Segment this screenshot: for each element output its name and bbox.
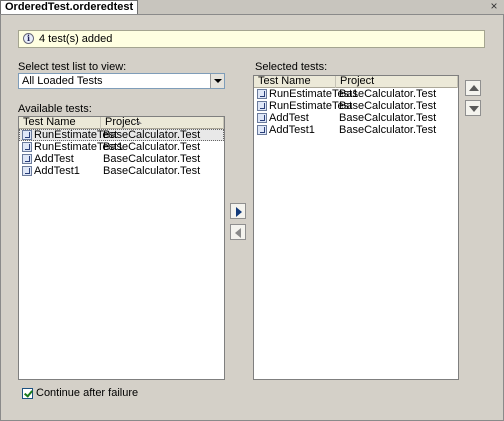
close-icon[interactable]: × — [488, 0, 500, 13]
test-list-select-value: All Loaded Tests — [22, 75, 103, 87]
info-bar: i 4 test(s) added — [18, 30, 485, 48]
test-icon — [22, 130, 32, 140]
arrow-right-icon — [236, 207, 242, 217]
selected-tests-list[interactable]: Test Name Project RunEstimateTest1 BaseC… — [253, 75, 459, 380]
table-row[interactable]: RunEstimateTest1 BaseCalculator.Test — [254, 88, 458, 100]
test-name: AddTest — [34, 153, 74, 165]
table-row[interactable]: RunEstimateTest BaseCalculator.Test — [19, 129, 224, 141]
test-project: BaseCalculator.Test — [103, 153, 201, 165]
arrow-left-icon — [235, 228, 241, 238]
selected-tests-header: Test Name Project — [254, 76, 458, 88]
tab-orderedtest[interactable]: OrderedTest.orderedtest — [0, 0, 139, 14]
select-list-label: Select test list to view: — [18, 61, 127, 73]
info-message: 4 test(s) added — [39, 33, 113, 45]
table-row[interactable]: AddTest BaseCalculator.Test — [254, 112, 458, 124]
test-icon — [22, 142, 32, 152]
arrow-down-icon — [469, 106, 479, 112]
test-name: AddTest — [269, 112, 309, 124]
remove-test-button[interactable] — [230, 224, 246, 240]
test-project: BaseCalculator.Test — [103, 129, 201, 141]
test-icon — [257, 101, 267, 111]
table-row[interactable]: AddTest1 BaseCalculator.Test — [19, 165, 224, 177]
move-up-button[interactable] — [465, 80, 481, 96]
table-row[interactable]: AddTest1 BaseCalculator.Test — [254, 124, 458, 136]
column-header-project[interactable]: Project — [336, 76, 458, 88]
column-header-project-label: Project — [105, 116, 140, 128]
table-row[interactable]: RunEstimateTest1 BaseCalculator.Test — [19, 141, 224, 153]
info-icon: i — [23, 33, 34, 44]
continue-after-failure-label[interactable]: Continue after failure — [36, 387, 138, 399]
add-test-button[interactable] — [230, 203, 246, 219]
test-list-select[interactable]: All Loaded Tests — [18, 73, 225, 89]
test-icon — [22, 166, 32, 176]
test-icon — [257, 125, 267, 135]
test-icon — [257, 89, 267, 99]
test-project: BaseCalculator.Test — [103, 165, 201, 177]
test-project: BaseCalculator.Test — [339, 100, 437, 112]
selected-tests-label: Selected tests: — [255, 61, 328, 73]
test-name: AddTest1 — [269, 124, 315, 136]
document-tab-strip: OrderedTest.orderedtest × — [0, 0, 504, 14]
column-header-test-name[interactable]: Test Name — [254, 76, 336, 88]
column-header-test-name[interactable]: Test Name — [19, 117, 101, 129]
test-project: BaseCalculator.Test — [339, 124, 437, 136]
test-icon — [22, 154, 32, 164]
test-name: AddTest1 — [34, 165, 80, 177]
move-down-button[interactable] — [465, 100, 481, 116]
column-header-project[interactable]: Project — [101, 117, 224, 129]
test-project: BaseCalculator.Test — [103, 141, 201, 153]
available-tests-label: Available tests: — [18, 103, 92, 115]
table-row[interactable]: AddTest BaseCalculator.Test — [19, 153, 224, 165]
tab-title: OrderedTest.orderedtest — [5, 1, 134, 13]
test-project: BaseCalculator.Test — [339, 112, 437, 124]
available-tests-header: Test Name Project — [19, 117, 224, 129]
table-row[interactable]: RunEstimateTest BaseCalculator.Test — [254, 100, 458, 112]
test-icon — [257, 113, 267, 123]
sort-ascending-icon — [136, 121, 142, 124]
arrow-up-icon — [469, 85, 479, 91]
chevron-down-icon[interactable] — [210, 74, 224, 88]
available-tests-list[interactable]: Test Name Project RunEstimateTest BaseCa… — [18, 116, 225, 380]
continue-after-failure-checkbox[interactable] — [22, 388, 33, 399]
test-project: BaseCalculator.Test — [339, 88, 437, 100]
